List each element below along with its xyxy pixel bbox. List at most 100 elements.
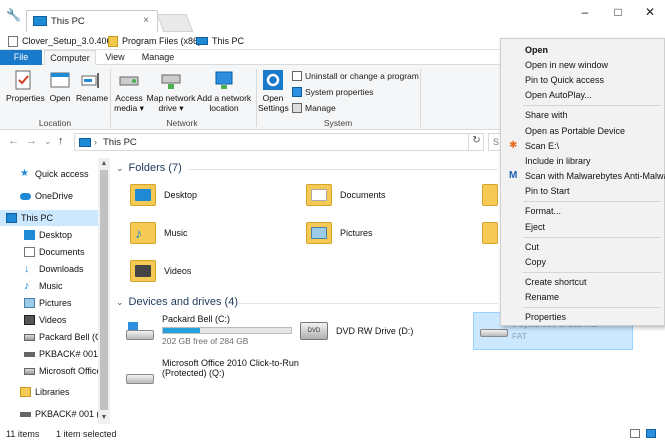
network-drive-icon xyxy=(160,69,182,91)
navigation-pane: ★ Quick access OneDrive This PC Desktop … xyxy=(0,158,110,424)
nav-item-pictures[interactable]: Pictures xyxy=(0,295,98,311)
menu-item-create-shortcut[interactable]: Create shortcut xyxy=(525,277,587,287)
nav-item-quick-access[interactable]: ★ Quick access xyxy=(0,166,98,182)
menu-item-open-portable-device[interactable]: Open as Portable Device xyxy=(525,126,625,136)
uninstall-program-button[interactable]: Uninstall or change a program xyxy=(292,71,419,81)
group-label-location: Location xyxy=(38,118,72,128)
document-icon xyxy=(8,35,18,47)
nav-item-pkback-e[interactable]: PKBACK# 001 (E xyxy=(0,346,98,362)
drives-section-header[interactable]: ⌄ Devices and drives (4) xyxy=(116,296,238,308)
drive-q-info: Microsoft Office 2010 Click-to-Run (Prot… xyxy=(162,358,299,378)
collapse-chevron-icon[interactable]: ⌄ xyxy=(116,297,124,308)
menu-item-pin-start[interactable]: Pin to Start xyxy=(525,186,570,196)
scrollbar-thumb[interactable] xyxy=(100,170,108,410)
this-pc-icon xyxy=(33,16,47,26)
menu-item-format[interactable]: Format... xyxy=(525,206,561,216)
open-settings-button[interactable]: Open Settings xyxy=(258,69,289,113)
menu-item-open-new-window[interactable]: Open in new window xyxy=(525,60,608,70)
folder-icon[interactable] xyxy=(482,222,498,244)
back-button[interactable]: ← xyxy=(8,135,19,147)
menu-item-open[interactable]: Open xyxy=(525,45,548,55)
address-bar[interactable]: › This PC xyxy=(74,133,484,151)
nav-item-videos[interactable]: Videos xyxy=(0,312,98,328)
menu-item-cut[interactable]: Cut xyxy=(525,242,539,252)
nav-item-downloads[interactable]: ↓ Downloads xyxy=(0,261,98,277)
large-icons-view-icon[interactable] xyxy=(646,429,656,438)
menu-item-include-library[interactable]: Include in library xyxy=(525,156,591,166)
libraries-icon xyxy=(20,387,31,397)
collapse-chevron-icon[interactable]: ⌄ xyxy=(116,163,124,174)
folder-documents[interactable]: Documents xyxy=(306,184,386,206)
folder-desktop[interactable]: Desktop xyxy=(130,184,197,206)
maximize-button[interactable]: □ xyxy=(606,4,630,20)
access-media-button[interactable]: Access media ▾ xyxy=(114,69,144,113)
close-button[interactable]: ✕ xyxy=(638,4,662,20)
wrench-icon[interactable]: 🔧 xyxy=(6,8,21,22)
downloads-folder-icon[interactable] xyxy=(482,184,498,206)
nav-item-libraries[interactable]: Libraries xyxy=(0,384,98,400)
menu-item-scan-malwarebytes[interactable]: Scan with Malwarebytes Anti-Malware xyxy=(525,171,665,181)
system-properties-button[interactable]: System properties xyxy=(292,87,374,97)
menu-item-share-with[interactable]: Share with xyxy=(525,110,568,120)
nav-item-this-pc[interactable]: This PC xyxy=(0,210,98,226)
nav-item-onedrive[interactable]: OneDrive xyxy=(0,188,98,204)
map-network-drive-button[interactable]: Map network drive ▾ xyxy=(146,69,196,113)
avast-icon: ✱ xyxy=(509,140,518,151)
manage-button[interactable]: Manage xyxy=(292,103,336,113)
refresh-button[interactable]: ↻ xyxy=(468,133,484,151)
tab-computer[interactable]: Computer xyxy=(44,50,96,65)
menu-item-pin-quick-access[interactable]: Pin to Quick access xyxy=(525,75,604,85)
drive-q-name-2: (Protected) (Q:) xyxy=(162,368,225,378)
bookmark-clover-setup[interactable]: Clover_Setup_3.0.406 xyxy=(8,34,112,48)
properties-icon xyxy=(13,69,35,91)
usb-drive-icon xyxy=(20,411,31,417)
breadcrumb[interactable]: This PC xyxy=(103,137,137,148)
scroll-up-icon[interactable]: ▲ xyxy=(100,160,108,168)
rename-button[interactable]: Rename xyxy=(76,69,108,103)
nav-item-music[interactable]: ♪ Music xyxy=(0,278,98,294)
folder-videos[interactable]: Videos xyxy=(130,260,191,282)
scroll-down-icon[interactable]: ▼ xyxy=(100,414,108,422)
add-network-location-button[interactable]: Add a network location xyxy=(196,69,252,113)
folder-music[interactable]: ♪ Music xyxy=(130,222,188,244)
bookmark-this-pc[interactable]: This PC xyxy=(196,34,244,48)
up-button[interactable]: ↑ xyxy=(58,135,64,147)
drive-c-info: Packard Bell (C:) 202 GB free of 284 GB xyxy=(162,314,292,346)
menu-item-scan-e[interactable]: Scan E:\ xyxy=(525,141,559,151)
minimize-button[interactable]: – xyxy=(573,4,597,20)
music-icon: ♪ xyxy=(24,280,30,292)
menu-item-rename[interactable]: Rename xyxy=(525,292,559,302)
group-label-network: Network xyxy=(166,118,198,128)
menu-separator xyxy=(523,105,661,106)
nav-item-pkback-e-root[interactable]: PKBACK# 001 (E:) xyxy=(0,406,98,422)
properties-button[interactable]: Properties xyxy=(6,69,45,103)
tab-close-icon[interactable]: × xyxy=(143,15,149,26)
forward-button[interactable]: → xyxy=(26,135,37,147)
menu-item-eject[interactable]: Eject xyxy=(525,222,545,232)
nav-scrollbar[interactable]: ▲ ▼ xyxy=(98,158,110,424)
menu-item-properties[interactable]: Properties xyxy=(525,312,566,322)
nav-item-packard-bell-c[interactable]: Packard Bell (C:) xyxy=(0,329,98,345)
bookmark-program-files[interactable]: Program Files (x86) xyxy=(108,34,201,48)
folders-section-header[interactable]: ⌄ Folders (7) xyxy=(116,162,182,174)
nav-item-desktop[interactable]: Desktop xyxy=(0,227,98,243)
drive-c[interactable]: Packard Bell (C:) 202 GB free of 284 GB xyxy=(126,314,292,346)
nav-item-microsoft-office-q[interactable]: Microsoft Office xyxy=(0,363,98,379)
drive-q[interactable]: Microsoft Office 2010 Click-to-Run (Prot… xyxy=(126,358,299,386)
drive-d[interactable]: DVD DVD RW Drive (D:) xyxy=(300,322,413,340)
new-tab-button[interactable] xyxy=(156,14,194,32)
menu-separator xyxy=(523,272,661,273)
malwarebytes-icon: M xyxy=(509,170,518,181)
menu-item-open-autoplay[interactable]: Open AutoPlay... xyxy=(525,90,592,100)
tab-manage[interactable]: Manage xyxy=(134,50,182,65)
nav-item-documents[interactable]: Documents xyxy=(0,244,98,260)
details-view-icon[interactable] xyxy=(630,429,640,438)
tab-file[interactable]: File xyxy=(0,50,42,65)
open-button[interactable]: Open xyxy=(46,69,74,103)
folder-pictures[interactable]: Pictures xyxy=(306,222,373,244)
drive-icon xyxy=(24,367,35,375)
menu-item-copy[interactable]: Copy xyxy=(525,257,546,267)
tab-this-pc[interactable]: This PC × xyxy=(26,10,158,32)
tab-view[interactable]: View xyxy=(98,50,132,65)
recent-locations-button[interactable]: ⌄ xyxy=(44,136,52,147)
